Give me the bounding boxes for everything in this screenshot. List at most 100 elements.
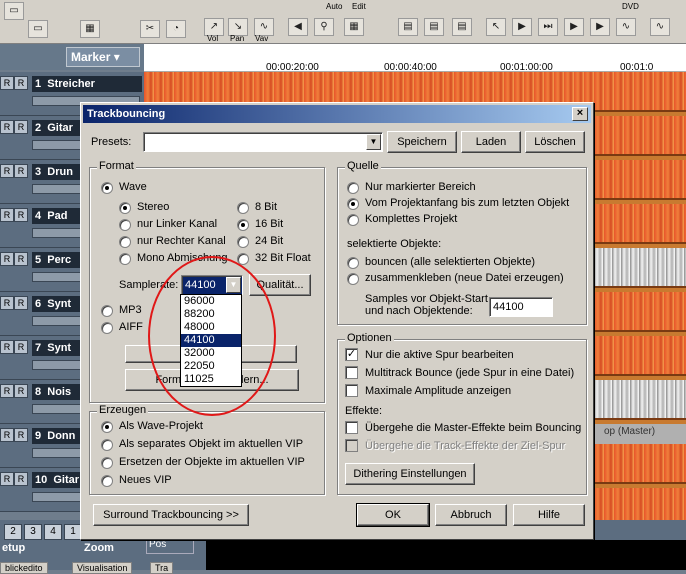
play-icon[interactable]: ▶ bbox=[590, 18, 610, 36]
stereo-radio[interactable] bbox=[119, 202, 131, 214]
glue-radio[interactable] bbox=[347, 273, 359, 285]
track-button[interactable]: R bbox=[0, 296, 14, 310]
save-button[interactable]: Speichern bbox=[387, 131, 457, 153]
bit32-radio[interactable] bbox=[237, 253, 249, 265]
wave-icon[interactable]: ∿ bbox=[616, 18, 636, 36]
quality-button[interactable]: Qualität... bbox=[249, 274, 311, 296]
only-marked-radio[interactable] bbox=[347, 182, 359, 194]
samplerate-option[interactable]: 22050 bbox=[181, 360, 241, 373]
record-button[interactable]: R bbox=[14, 164, 28, 178]
mp3-radio[interactable] bbox=[101, 305, 113, 317]
object-icon[interactable]: ▤ bbox=[452, 18, 472, 36]
bounce-radio[interactable] bbox=[347, 257, 359, 269]
cut-icon[interactable]: ✂ bbox=[140, 20, 160, 38]
track-name-label: Streicher bbox=[47, 78, 95, 90]
grid-icon[interactable]: ▦ bbox=[344, 18, 364, 36]
cancel-button[interactable]: Abbruch bbox=[435, 504, 507, 526]
samplerate-option[interactable]: 96000 bbox=[181, 295, 241, 308]
dialog-titlebar[interactable]: Trackbouncing × bbox=[83, 105, 591, 123]
mono-radio[interactable] bbox=[119, 253, 131, 265]
from-start-radio[interactable] bbox=[347, 198, 359, 210]
close-icon[interactable]: × bbox=[572, 107, 588, 121]
surround-button[interactable]: Surround Trackbouncing >> bbox=[93, 504, 249, 526]
clock-icon[interactable]: ◔ bbox=[166, 20, 186, 38]
record-button[interactable]: R bbox=[14, 472, 28, 486]
object-icon[interactable]: ▤ bbox=[398, 18, 418, 36]
multitrack-checkbox[interactable] bbox=[345, 366, 358, 379]
only-active-checkbox[interactable]: ✓ bbox=[345, 348, 358, 361]
samplerate-option[interactable]: 11025 bbox=[181, 373, 241, 386]
replace-radio[interactable] bbox=[101, 457, 113, 469]
wave-radio[interactable] bbox=[101, 182, 113, 194]
new-vip-label: Neues VIP bbox=[119, 474, 172, 486]
track-button[interactable]: R bbox=[0, 384, 14, 398]
track-button[interactable]: R bbox=[0, 472, 14, 486]
track-button[interactable]: R bbox=[0, 340, 14, 354]
next-icon[interactable]: ⏭ bbox=[538, 18, 558, 36]
number-button[interactable]: 2 bbox=[4, 524, 22, 540]
samplerate-option[interactable]: 44100 bbox=[181, 334, 241, 347]
samplerate-option[interactable]: 48000 bbox=[181, 321, 241, 334]
presets-dropdown[interactable]: ▼ bbox=[143, 132, 383, 152]
dithering-button[interactable]: Dithering Einstellungen bbox=[345, 463, 475, 485]
max-amp-checkbox[interactable] bbox=[345, 384, 358, 397]
bit24-radio[interactable] bbox=[237, 236, 249, 248]
track-number: 6 bbox=[35, 298, 42, 310]
samplerate-dropdown[interactable]: 44100 ▼ bbox=[181, 275, 243, 295]
record-button[interactable]: R bbox=[14, 252, 28, 266]
track-button[interactable]: R bbox=[0, 76, 14, 90]
toolbar-button[interactable]: ▭ bbox=[4, 2, 24, 20]
track-button[interactable]: R bbox=[0, 252, 14, 266]
as-wave-radio[interactable] bbox=[101, 421, 113, 433]
position-field[interactable]: Pos bbox=[146, 538, 194, 554]
right-channel-radio[interactable] bbox=[119, 236, 131, 248]
new-vip-radio[interactable] bbox=[101, 475, 113, 487]
dvd-caption: DVD bbox=[622, 2, 639, 11]
tab-track[interactable]: Tra bbox=[150, 562, 174, 574]
number-button[interactable]: 3 bbox=[24, 524, 42, 540]
samplerate-option[interactable]: 88200 bbox=[181, 308, 241, 321]
load-button[interactable]: Laden bbox=[461, 131, 521, 153]
ok-button[interactable]: OK bbox=[356, 503, 430, 527]
timeline-ruler[interactable]: 00:00:20:00 00:00:40:00 00:01:00:00 00:0… bbox=[144, 44, 686, 73]
speaker-icon[interactable]: ◀ bbox=[288, 18, 308, 36]
skip-master-checkbox[interactable] bbox=[345, 421, 358, 434]
track-button[interactable]: R bbox=[0, 428, 14, 442]
object-icon[interactable]: ▤ bbox=[424, 18, 444, 36]
record-button[interactable]: R bbox=[14, 428, 28, 442]
toolbar-button[interactable]: ▭ bbox=[28, 20, 48, 38]
wave-icon[interactable]: ∿ bbox=[650, 18, 670, 36]
chevron-down-icon[interactable]: ▼ bbox=[366, 134, 381, 150]
record-button[interactable]: R bbox=[14, 384, 28, 398]
samples-input[interactable]: 44100 bbox=[489, 297, 553, 317]
play-icon[interactable]: ▶ bbox=[512, 18, 532, 36]
record-button[interactable]: R bbox=[14, 76, 28, 90]
bit16-radio[interactable] bbox=[237, 219, 249, 231]
track-button[interactable]: R bbox=[0, 120, 14, 134]
chevron-down-icon[interactable]: ▼ bbox=[226, 277, 241, 293]
cursor-icon[interactable]: ↖ bbox=[486, 18, 506, 36]
help-button[interactable]: Hilfe bbox=[513, 504, 585, 526]
delete-button[interactable]: Löschen bbox=[525, 131, 585, 153]
record-button[interactable]: R bbox=[14, 120, 28, 134]
toolbar-button[interactable]: ▦ bbox=[80, 20, 100, 38]
left-channel-radio[interactable] bbox=[119, 219, 131, 231]
samplerate-options-list[interactable]: 96000 88200 48000 44100 32000 22050 11025 bbox=[180, 294, 242, 387]
complete-radio[interactable] bbox=[347, 214, 359, 226]
track-number: 10 bbox=[35, 474, 48, 486]
samplerate-option[interactable]: 32000 bbox=[181, 347, 241, 360]
track-button[interactable]: R bbox=[0, 208, 14, 222]
search-icon[interactable]: ⚲ bbox=[314, 18, 334, 36]
aiff-radio[interactable] bbox=[101, 322, 113, 334]
tab-visualisation[interactable]: Visualisation bbox=[72, 562, 133, 574]
record-button[interactable]: R bbox=[14, 296, 28, 310]
play-icon[interactable]: ▶ bbox=[564, 18, 584, 36]
track-button[interactable]: R bbox=[0, 164, 14, 178]
number-button[interactable]: 4 bbox=[44, 524, 62, 540]
tab-editor[interactable]: blickedito bbox=[0, 562, 48, 574]
as-object-radio[interactable] bbox=[101, 439, 113, 451]
record-button[interactable]: R bbox=[14, 340, 28, 354]
marker-button[interactable]: Marker ▾ bbox=[66, 47, 140, 67]
bit8-radio[interactable] bbox=[237, 202, 249, 214]
record-button[interactable]: R bbox=[14, 208, 28, 222]
